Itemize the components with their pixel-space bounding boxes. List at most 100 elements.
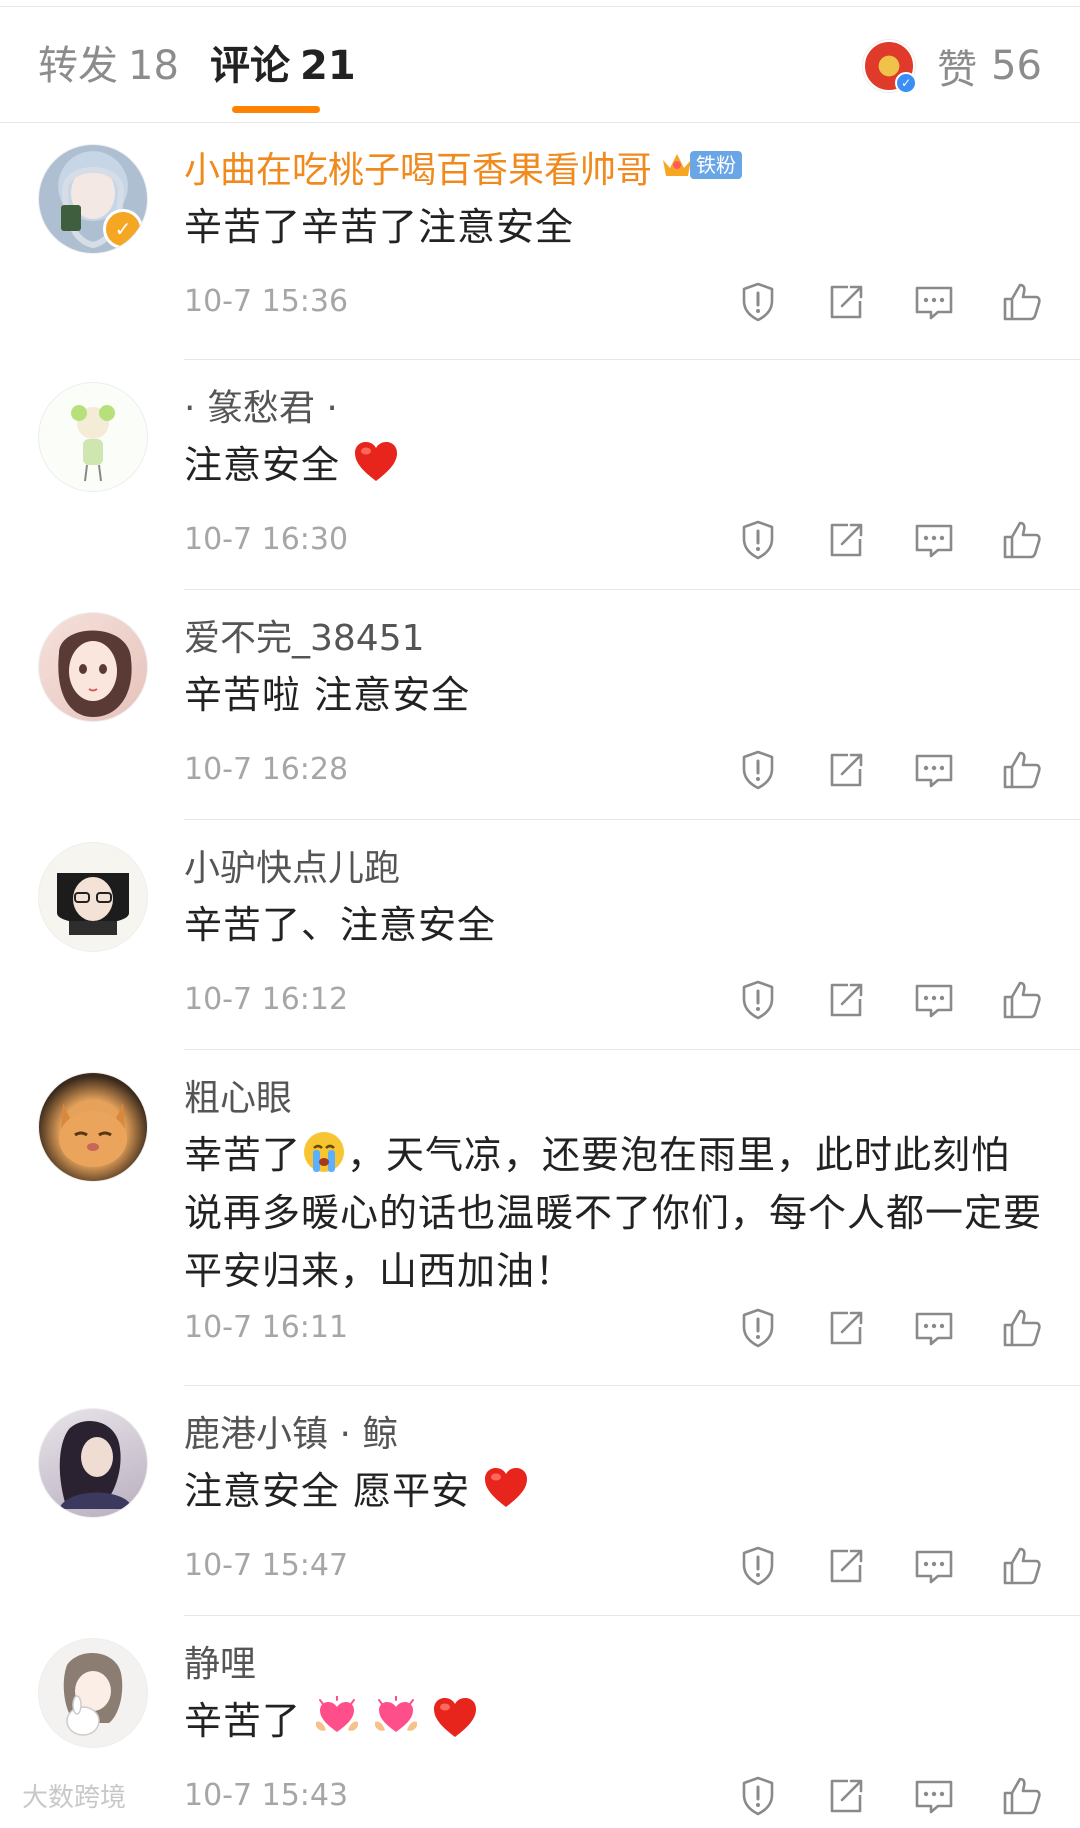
reply-icon bbox=[912, 1544, 956, 1588]
tab-likes-label: 赞 bbox=[937, 47, 978, 93]
share-icon bbox=[824, 748, 868, 792]
like-icon bbox=[1000, 1544, 1044, 1588]
avatar[interactable] bbox=[38, 1408, 148, 1518]
comment-username[interactable]: 小驴快点儿跑 bbox=[184, 844, 400, 894]
share-icon bbox=[824, 280, 868, 324]
comment-time: 10-7 15:36 bbox=[184, 284, 349, 319]
comment-actions bbox=[736, 1306, 1044, 1354]
tab-repost[interactable]: 转发 18 bbox=[38, 40, 179, 92]
share-icon bbox=[824, 1774, 868, 1818]
comment-item: 鹿港小镇 · 鲸 注意安全 愿平安 10-7 15:47 bbox=[0, 1386, 1080, 1616]
tab-comments-count: 21 bbox=[300, 43, 356, 89]
tab-repost-label: 转发 bbox=[38, 43, 118, 89]
tab-comments-label: 评论 bbox=[210, 43, 290, 89]
comment-actions bbox=[736, 1544, 1044, 1592]
report-button[interactable] bbox=[736, 518, 780, 562]
comment-text-part1: 幸苦了 bbox=[184, 1133, 302, 1177]
report-button[interactable] bbox=[736, 1774, 780, 1818]
like-button[interactable] bbox=[1000, 1774, 1044, 1818]
heart-emoji bbox=[483, 1466, 529, 1510]
heart-emoji bbox=[432, 1696, 478, 1740]
report-icon bbox=[736, 1544, 780, 1588]
tab-likes-count: 56 bbox=[991, 43, 1042, 89]
comment-time: 10-7 16:28 bbox=[184, 752, 349, 787]
reply-button[interactable] bbox=[912, 1544, 956, 1588]
share-button[interactable] bbox=[824, 978, 868, 1022]
liker-avatar: ✓ bbox=[863, 40, 918, 94]
reply-icon bbox=[912, 518, 956, 562]
comment-username[interactable]: 鹿港小镇 · 鲸 bbox=[184, 1410, 398, 1460]
like-icon bbox=[1000, 748, 1044, 792]
active-tab-indicator bbox=[232, 106, 320, 113]
like-button[interactable] bbox=[1000, 1306, 1044, 1350]
like-button[interactable] bbox=[1000, 1544, 1044, 1588]
comment-username[interactable]: 小曲在吃桃子喝百香果看帅哥 铁粉 bbox=[184, 146, 743, 196]
share-button[interactable] bbox=[824, 518, 868, 562]
avatar[interactable]: ✓ bbox=[38, 144, 148, 254]
comment-text: 辛苦了辛苦了注意安全 bbox=[184, 205, 575, 249]
comment-time: 10-7 16:11 bbox=[184, 1310, 349, 1345]
report-icon bbox=[736, 748, 780, 792]
report-icon bbox=[736, 978, 780, 1022]
reply-icon bbox=[912, 978, 956, 1022]
comment-time: 10-7 15:43 bbox=[184, 1778, 349, 1813]
share-button[interactable] bbox=[824, 1544, 868, 1588]
report-icon bbox=[736, 518, 780, 562]
comment-username[interactable]: 静哩 bbox=[184, 1640, 256, 1690]
comment-actions bbox=[736, 748, 1044, 796]
reply-button[interactable] bbox=[912, 1306, 956, 1350]
comment-text-content: 注意安全 bbox=[184, 443, 341, 487]
tab-likes[interactable]: ✓ 赞 56 bbox=[863, 38, 1042, 94]
share-icon bbox=[824, 518, 868, 562]
comment-item: 爱不完_38451 辛苦啦 注意安全 10-7 16:28 bbox=[0, 590, 1080, 820]
report-button[interactable] bbox=[736, 748, 780, 792]
like-icon bbox=[1000, 978, 1044, 1022]
share-button[interactable] bbox=[824, 748, 868, 792]
reply-icon bbox=[912, 280, 956, 324]
report-icon bbox=[736, 1774, 780, 1818]
avatar[interactable] bbox=[38, 842, 148, 952]
comment-item: 小驴快点儿跑 辛苦了、注意安全 10-7 16:12 bbox=[0, 820, 1080, 1050]
report-button[interactable] bbox=[736, 280, 780, 324]
report-button[interactable] bbox=[736, 1306, 780, 1350]
avatar[interactable] bbox=[38, 1072, 148, 1182]
comment-username[interactable]: 粗心眼 bbox=[184, 1074, 292, 1124]
share-button[interactable] bbox=[824, 1774, 868, 1818]
comment-item: · 篆愁君 · 注意安全 10-7 16:30 bbox=[0, 360, 1080, 590]
avatar[interactable] bbox=[38, 612, 148, 722]
like-icon bbox=[1000, 1774, 1044, 1818]
comment-item: 静哩 辛苦了 10-7 15:43 bbox=[0, 1616, 1080, 1828]
avatar[interactable] bbox=[38, 1638, 148, 1748]
comment-item: 粗心眼 幸苦了 ，天气凉，还要泡在雨里，此时此刻怕说再多暖心的话也温暖不了你们，每… bbox=[0, 1050, 1080, 1386]
like-button[interactable] bbox=[1000, 748, 1044, 792]
tab-bar: 转发 18 评论 21 ✓ 赞 56 bbox=[0, 0, 1080, 123]
share-button[interactable] bbox=[824, 280, 868, 324]
comment-text: 幸苦了 ，天气凉，还要泡在雨里，此时此刻怕说再多暖心的话也温暖不了你们，每个人都一… bbox=[184, 1126, 1044, 1300]
like-icon bbox=[1000, 1306, 1044, 1350]
comment-time: 10-7 15:47 bbox=[184, 1548, 349, 1583]
comment-text: 辛苦啦 注意安全 bbox=[184, 673, 471, 717]
share-icon bbox=[824, 1544, 868, 1588]
report-button[interactable] bbox=[736, 1544, 780, 1588]
like-button[interactable] bbox=[1000, 280, 1044, 324]
reply-button[interactable] bbox=[912, 280, 956, 324]
avatar[interactable] bbox=[38, 382, 148, 492]
comment-actions bbox=[736, 1774, 1044, 1822]
reply-button[interactable] bbox=[912, 518, 956, 562]
heart-hands-emoji bbox=[373, 1696, 419, 1740]
like-button[interactable] bbox=[1000, 518, 1044, 562]
comment-username[interactable]: · 篆愁君 · bbox=[184, 384, 338, 434]
like-button[interactable] bbox=[1000, 978, 1044, 1022]
heart-hands-emoji bbox=[314, 1696, 360, 1740]
reply-button[interactable] bbox=[912, 978, 956, 1022]
report-icon bbox=[736, 280, 780, 324]
comment-time: 10-7 16:12 bbox=[184, 982, 349, 1017]
reply-button[interactable] bbox=[912, 1774, 956, 1818]
report-icon bbox=[736, 1306, 780, 1350]
tab-comments[interactable]: 评论 21 bbox=[210, 40, 356, 92]
comment-username[interactable]: 爱不完_38451 bbox=[184, 614, 425, 664]
report-button[interactable] bbox=[736, 978, 780, 1022]
reply-button[interactable] bbox=[912, 748, 956, 792]
comment-text: 注意安全 bbox=[184, 436, 1044, 494]
share-button[interactable] bbox=[824, 1306, 868, 1350]
